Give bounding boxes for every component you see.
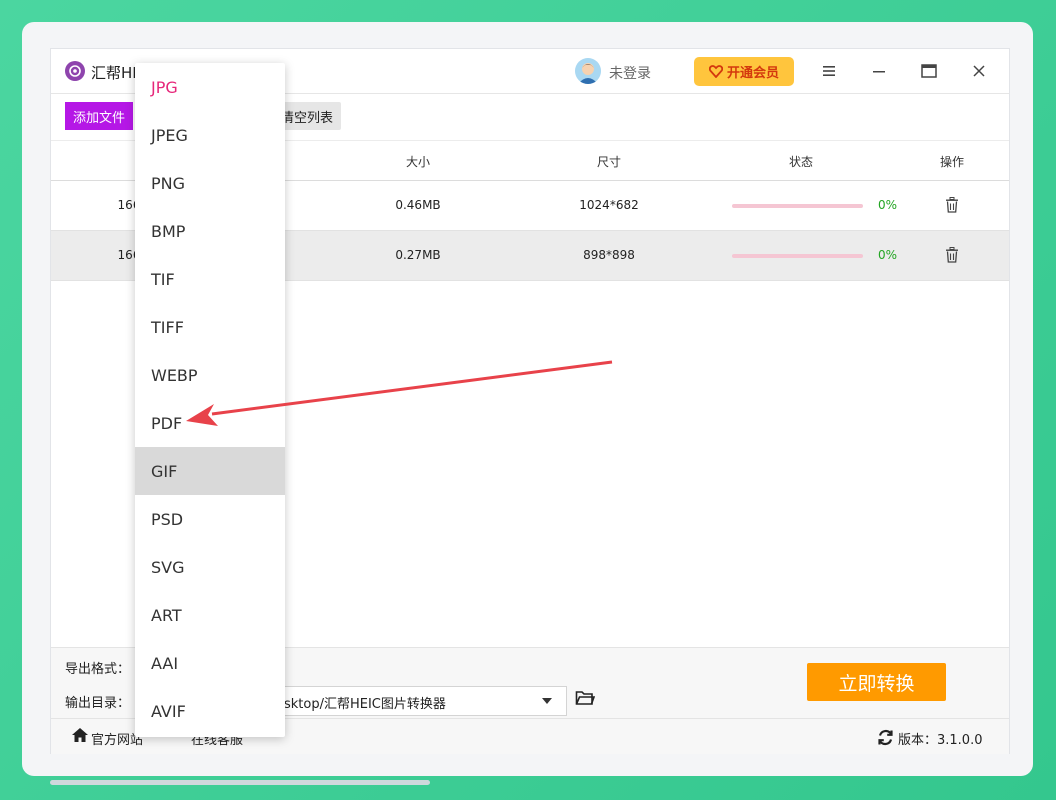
trash-icon[interactable] [945,197,959,213]
convert-button[interactable]: 立即转换 [807,663,946,701]
vip-label: 开通会员 [726,66,779,81]
refresh-icon[interactable] [877,729,894,746]
header-size: 大小 [405,155,431,169]
format-option-tiff[interactable]: TIFF [135,303,285,351]
output-path-select[interactable]: esktop/汇帮HEIC图片转换器 [251,686,567,716]
format-option-jpeg[interactable]: JPEG [135,111,285,159]
format-option-svg[interactable]: SVG [135,543,285,591]
row-progress-bar [732,204,863,208]
minimize-icon[interactable] [867,59,891,83]
format-option-psd[interactable]: PSD [135,495,285,543]
row-dimension: 898*898 [583,248,635,262]
app-logo-icon [65,61,85,81]
login-status[interactable]: 未登录 [609,63,651,83]
add-file-button[interactable]: 添加文件 [65,102,133,130]
format-option-art[interactable]: ART [135,591,285,639]
format-option-pdf[interactable]: PDF [135,399,285,447]
row-dimension: 1024*682 [579,198,639,212]
vip-button[interactable]: 开通会员 [694,57,794,86]
row-percent: 0% [878,248,898,262]
version-label: 版本：3.1.0.0 [898,733,983,748]
header-status: 状态 [788,155,814,169]
row-size: 0.46MB [395,198,441,212]
chevron-down-icon [542,698,552,704]
format-option-bmp[interactable]: BMP [135,207,285,255]
home-icon [72,728,88,742]
clear-list-label: 清空列表 [280,110,333,126]
row-size: 0.27MB [395,248,441,262]
app-title: 汇帮HI [91,64,137,82]
format-dropdown[interactable]: JPG JPEG PNG BMP TIF TIFF WEBP PDF GIF P… [135,63,285,737]
scroll-indicator [50,780,430,785]
maximize-icon[interactable] [917,59,941,83]
avatar-icon[interactable] [575,58,601,84]
menu-icon[interactable] [817,59,841,83]
format-option-avif[interactable]: AVIF [135,687,285,735]
trash-icon[interactable] [945,247,959,263]
close-icon[interactable] [967,59,991,83]
row-progress-bar [732,254,863,258]
format-option-aai[interactable]: AAI [135,639,285,687]
vip-heart-icon [708,65,723,78]
format-option-tif[interactable]: TIF [135,255,285,303]
output-label: 输出目录： [65,696,131,711]
format-label: 导出格式： [65,662,131,677]
format-option-png[interactable]: PNG [135,159,285,207]
format-option-webp[interactable]: WEBP [135,351,285,399]
format-option-jpg[interactable]: JPG [135,63,285,111]
format-option-gif[interactable]: GIF [135,447,285,495]
header-action: 操作 [939,155,965,169]
output-path-value: esktop/汇帮HEIC图片转换器 [276,697,446,712]
row-percent: 0% [878,198,898,212]
folder-icon[interactable] [575,690,595,706]
header-dimension: 尺寸 [596,155,622,169]
